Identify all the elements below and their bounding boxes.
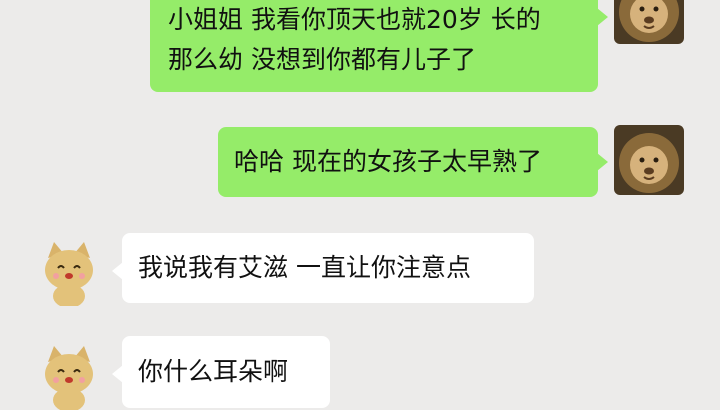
outgoing-message-bubble[interactable]: 哈哈 现在的女孩子太早熟了	[218, 127, 598, 197]
incoming-message-bubble[interactable]: 我说我有艾滋 一直让你注意点	[122, 233, 534, 303]
chat-thread: 小姐姐 我看你顶天也就20岁 长的 那么幼 没想到你都有儿子了 哈哈 现在的女孩…	[0, 0, 720, 410]
incoming-message-bubble[interactable]: 你什么耳朵啊	[122, 336, 330, 408]
lion-avatar[interactable]	[614, 125, 684, 195]
message-text-line: 你什么耳朵啊	[138, 357, 289, 386]
message-text-line: 我说我有艾滋 一直让你注意点	[138, 253, 471, 282]
bubble-tail	[597, 8, 608, 26]
outgoing-message-bubble[interactable]: 小姐姐 我看你顶天也就20岁 长的 那么幼 没想到你都有儿子了	[150, 0, 598, 92]
lion-avatar[interactable]	[614, 0, 684, 44]
cat-avatar[interactable]	[34, 340, 104, 410]
lion-icon	[614, 0, 684, 44]
message-text-line: 小姐姐 我看你顶天也就20岁 长的	[168, 5, 541, 34]
cat-icon	[34, 340, 104, 410]
cat-icon	[34, 236, 104, 306]
cat-avatar[interactable]	[34, 236, 104, 306]
message-text-line: 哈哈 现在的女孩子太早熟了	[234, 147, 542, 176]
bubble-tail	[597, 153, 608, 171]
message-text-line: 那么幼 没想到你都有儿子了	[168, 45, 476, 74]
lion-icon	[614, 125, 684, 195]
